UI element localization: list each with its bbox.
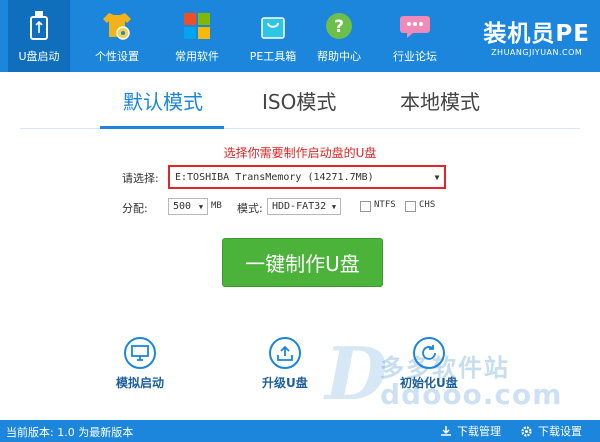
- upgrade-usb-label: 升级U盘: [262, 376, 308, 390]
- upgrade-usb-button[interactable]: 升级U盘: [262, 337, 308, 391]
- chat-bubble-icon: [399, 10, 431, 42]
- shirt-gear-icon: [101, 10, 133, 42]
- tab-iso-mode[interactable]: ISO模式: [262, 86, 336, 115]
- upgrade-icon: [268, 337, 301, 369]
- download-settings-label: 下载设置: [538, 425, 582, 438]
- tab-default-mode[interactable]: 默认模式: [123, 86, 203, 115]
- chevron-down-icon: ▼: [434, 172, 440, 182]
- nav-item-label: U盘启动: [18, 50, 60, 63]
- download-settings-link[interactable]: 下载设置: [520, 423, 582, 439]
- init-usb-label: 初始化U盘: [400, 376, 458, 390]
- version-status: 当前版本: 1.0 为最新版本: [6, 426, 134, 439]
- chevron-down-icon: ▼: [198, 202, 204, 211]
- nav-item-label: PE工具箱: [249, 50, 297, 63]
- ntfs-label: NTFS: [374, 200, 396, 210]
- tab-local-mode[interactable]: 本地模式: [400, 86, 480, 115]
- monitor-icon: [124, 337, 156, 369]
- nav-item-label: 行业论坛: [393, 50, 437, 63]
- nav-item-usb-boot[interactable]: U盘启动: [8, 0, 70, 72]
- windows-tiles-icon: [181, 10, 213, 42]
- svg-text:?: ?: [334, 17, 344, 37]
- brand-url: ZHUANGJIYUAN.COM: [491, 48, 583, 57]
- gear-icon: [521, 425, 532, 437]
- brand-title: 装机员PE: [483, 21, 590, 47]
- status-bar: 当前版本: 1.0 为最新版本 下载管理 下载设置: [0, 420, 600, 442]
- nav-item-pe-toolbox[interactable]: PE工具箱: [240, 0, 306, 72]
- chs-checkbox[interactable]: [405, 201, 416, 212]
- download-manager-link[interactable]: 下载管理: [440, 423, 501, 439]
- format-mode-value: HDD-FAT32: [272, 201, 327, 212]
- usb-disk-value: E:TOSHIBA TransMemory (14271.7MB): [175, 171, 374, 183]
- watermark-d-logo-icon: D: [325, 331, 388, 416]
- select-disk-label: 请选择:: [122, 172, 159, 185]
- alloc-size-select[interactable]: 500 ▼: [168, 198, 208, 215]
- download-icon: [441, 426, 451, 436]
- question-icon: ?: [323, 10, 355, 42]
- alloc-unit: MB: [211, 201, 222, 211]
- download-manager-label: 下载管理: [457, 425, 501, 438]
- format-mode-select[interactable]: HDD-FAT32 ▼: [267, 198, 341, 215]
- nav-item-label: 个性设置: [95, 50, 139, 63]
- shopping-bag-icon: [257, 10, 289, 42]
- chs-label: CHS: [419, 200, 436, 210]
- top-nav-bar: U盘启动 个性设置 常用软件 PE工具箱 ? 帮助中心 行业论坛 装机员PE Z…: [0, 0, 600, 72]
- mode-tabs: 默认模式 ISO模式 本地模式: [0, 86, 600, 120]
- ntfs-checkbox[interactable]: [360, 201, 371, 212]
- one-click-make-usb-button[interactable]: 一键制作U盘: [222, 238, 383, 287]
- active-tab-indicator: [100, 126, 224, 129]
- simulate-boot-label: 模拟启动: [116, 376, 165, 390]
- nav-item-label: 帮助中心: [317, 50, 361, 63]
- nav-item-common-software[interactable]: 常用软件: [166, 0, 228, 72]
- nav-item-personalize[interactable]: 个性设置: [86, 0, 148, 72]
- mode-label: 模式:: [237, 202, 263, 215]
- alloc-size-value: 500: [173, 201, 192, 212]
- usb-drive-icon: [23, 10, 55, 42]
- nav-item-help-center[interactable]: ? 帮助中心: [308, 0, 370, 72]
- usb-disk-select[interactable]: E:TOSHIBA TransMemory (14271.7MB) ▼: [168, 165, 446, 189]
- brand-logo: 装机员PE ZHUANGJIYUAN.COM: [483, 22, 590, 57]
- alloc-label: 分配:: [122, 202, 148, 215]
- select-usb-hint: 选择你需要制作启动盘的U盘: [223, 146, 377, 160]
- reset-icon: [412, 337, 445, 369]
- simulate-boot-button[interactable]: 模拟启动: [116, 337, 164, 391]
- init-usb-button[interactable]: 初始化U盘: [400, 337, 458, 391]
- nav-item-forum[interactable]: 行业论坛: [384, 0, 446, 72]
- chevron-down-icon: ▼: [331, 202, 337, 211]
- nav-item-label: 常用软件: [175, 50, 219, 63]
